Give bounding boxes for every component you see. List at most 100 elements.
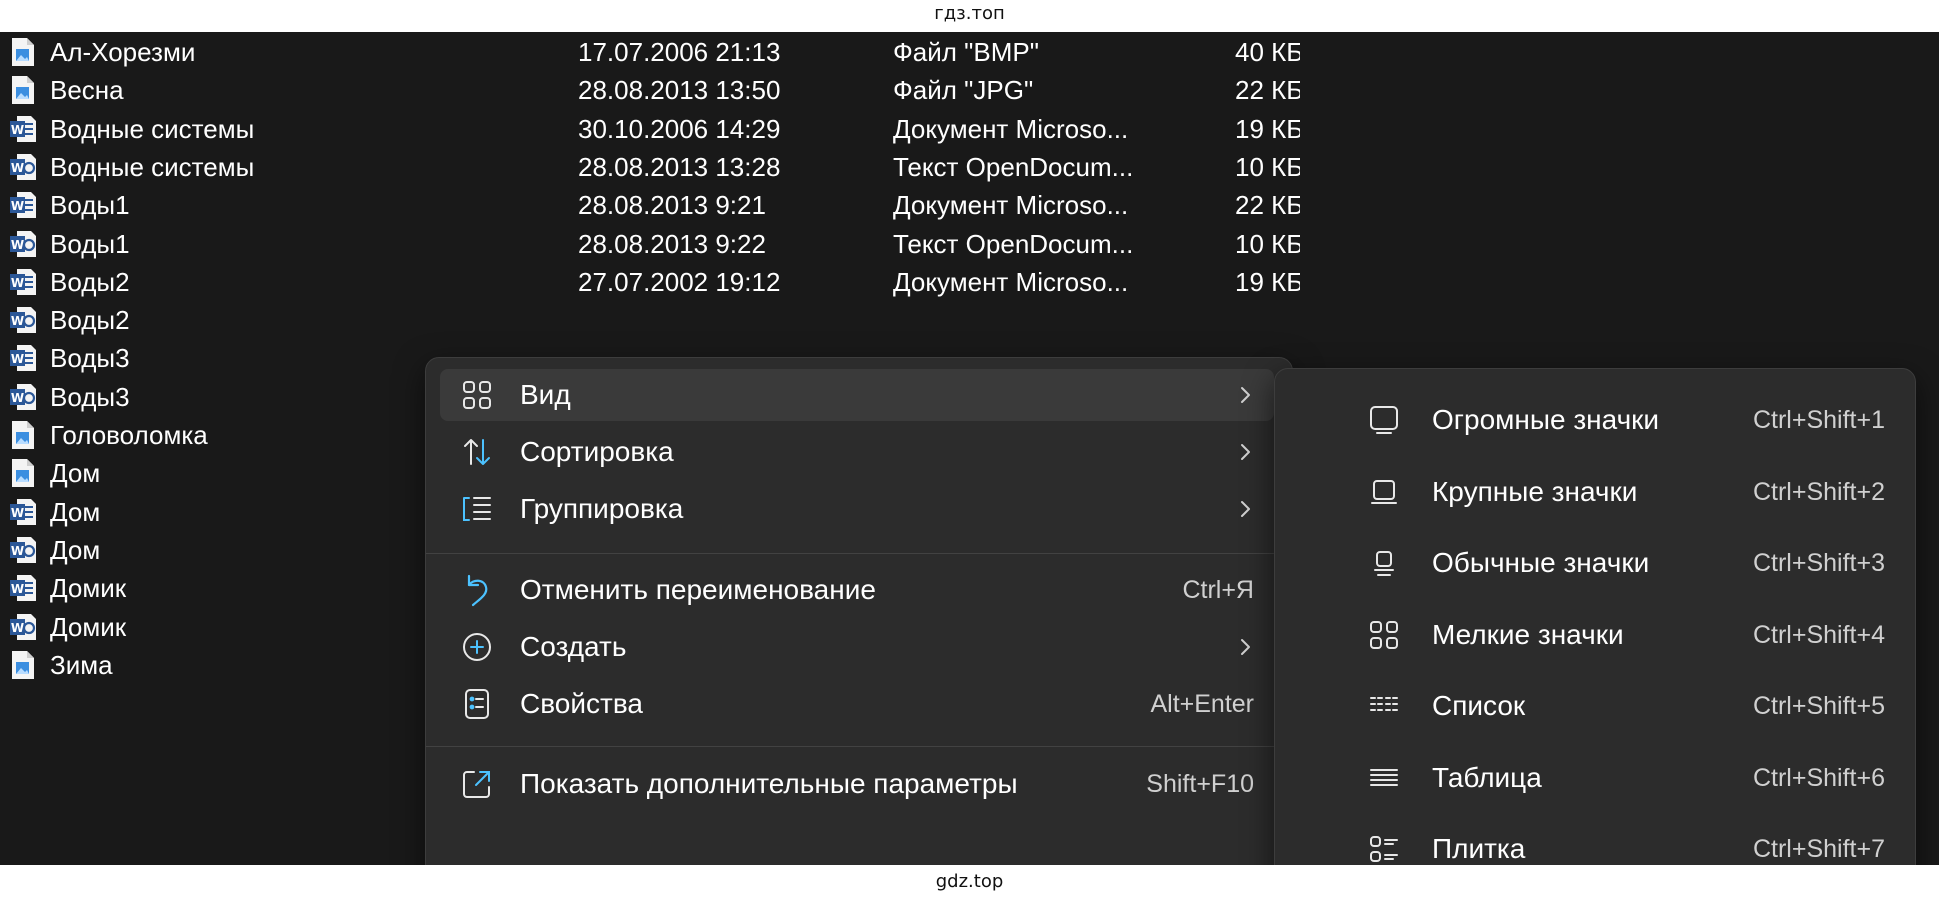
menu-item-sort[interactable]: Сортировка xyxy=(440,426,1274,478)
menu-separator xyxy=(426,746,1292,747)
file-row[interactable]: W Воды2 27.07.2002 19:12 Документ Microso..… xyxy=(0,263,1300,301)
file-date: 30.10.2006 14:29 xyxy=(578,113,781,144)
menu-item-properties[interactable]: Свойства Alt+Enter xyxy=(440,678,1274,730)
image-file-icon xyxy=(9,75,37,105)
odt-document-icon: W xyxy=(9,152,37,182)
file-size: 19 КБ xyxy=(1235,113,1300,144)
properties-icon xyxy=(460,687,494,721)
file-type: Файл "JPG" xyxy=(893,75,1034,106)
word-document-icon: W xyxy=(9,497,37,527)
submenu-item-list[interactable]: Список Ctrl+Shift+5 xyxy=(1275,678,1915,734)
menu-item-undo-rename[interactable]: Отменить переименование Ctrl+Я xyxy=(440,564,1274,616)
word-document-icon: W xyxy=(9,573,37,603)
file-row[interactable]: W Водные системы 30.10.2006 14:29 Документ … xyxy=(0,110,1300,148)
menu-item-label: Свойства xyxy=(520,688,643,719)
file-row[interactable]: Ал-Хорезми 17.07.2006 21:13 Файл "BMP" 40 К… xyxy=(0,33,1300,71)
submenu-item-shortcut: Ctrl+Shift+5 xyxy=(1752,692,1885,720)
file-size: 22 КБ xyxy=(1235,75,1300,106)
submenu-item-details[interactable]: Таблица Ctrl+Shift+6 xyxy=(1275,750,1915,806)
view-submenu: Огромные значки Ctrl+Shift+1 Крупные значк… xyxy=(1274,368,1916,865)
chevron-right-icon xyxy=(1238,637,1252,657)
svg-text:W: W xyxy=(11,314,24,328)
watermark-top: гдз.топ xyxy=(934,3,1005,24)
file-name: Ал-Хорезми xyxy=(50,37,196,67)
submenu-item-shortcut: Ctrl+Shift+6 xyxy=(1752,763,1885,792)
menu-item-label: Группировка xyxy=(520,493,684,524)
table-lines-icon xyxy=(1367,761,1401,795)
file-type: Файл "BMP" xyxy=(893,37,1039,67)
file-name: Воды2 xyxy=(50,305,130,336)
file-name: Домик xyxy=(50,611,127,642)
monitor-medium-icon xyxy=(1367,475,1401,509)
submenu-item-shortcut: Ctrl+Shift+1 xyxy=(1752,406,1885,434)
submenu-item-label: Плитка xyxy=(1432,833,1526,864)
svg-text:W: W xyxy=(11,161,24,175)
file-row[interactable]: W Воды2 xyxy=(0,301,1300,339)
file-date: 28.08.2013 13:50 xyxy=(578,75,781,106)
image-file-icon xyxy=(9,37,37,67)
menu-item-shortcut: Ctrl+Я xyxy=(1182,576,1254,604)
file-row[interactable]: Весна 28.08.2013 13:50 Файл "JPG" 22 КБ xyxy=(0,71,1300,109)
file-date: 28.08.2013 13:28 xyxy=(578,151,781,182)
file-name: Водные системы xyxy=(50,113,255,144)
grid-icon xyxy=(1367,618,1401,652)
menu-item-shortcut: Shift+F10 xyxy=(1146,770,1254,798)
file-date: 28.08.2013 9:22 xyxy=(578,228,766,259)
file-row[interactable]: W Водные системы 28.08.2013 13:28 Текст Ope… xyxy=(0,148,1300,186)
undo-icon xyxy=(460,573,494,607)
submenu-item-huge-icons[interactable]: Огромные значки Ctrl+Shift+1 xyxy=(1275,392,1915,448)
tiles-icon xyxy=(1367,832,1401,865)
svg-text:W: W xyxy=(11,276,24,290)
odt-document-icon: W xyxy=(9,305,37,335)
submenu-item-label: Список xyxy=(1432,690,1526,721)
file-size: 40 КБ xyxy=(1235,37,1300,67)
file-type: Текст OpenDocum... xyxy=(893,151,1134,182)
explorer-window: Ал-Хорезми 17.07.2006 21:13 Файл "BMP" 40 К… xyxy=(0,32,1939,865)
file-name: Домик xyxy=(50,573,127,604)
svg-text:W: W xyxy=(11,391,24,405)
svg-text:W: W xyxy=(11,123,24,137)
menu-item-label: Создать xyxy=(520,631,627,662)
submenu-item-shortcut: Ctrl+Shift+7 xyxy=(1752,835,1885,863)
odt-document-icon: W xyxy=(9,612,37,642)
submenu-item-small-icons[interactable]: Мелкие значки Ctrl+Shift+4 xyxy=(1275,607,1915,663)
submenu-item-tiles[interactable]: Плитка Ctrl+Shift+7 xyxy=(1275,821,1915,865)
file-name: Воды3 xyxy=(50,343,130,374)
file-name: Воды3 xyxy=(50,381,130,412)
file-name: Дом xyxy=(50,496,101,527)
file-date: 27.07.2002 19:12 xyxy=(578,266,781,297)
file-size: 19 КБ xyxy=(1235,266,1300,297)
menu-item-shortcut: Alt+Enter xyxy=(1150,690,1254,718)
file-name: Водные системы xyxy=(50,151,255,182)
file-name: Зима xyxy=(50,649,113,680)
menu-item-label: Вид xyxy=(520,379,571,410)
submenu-item-large-icons[interactable]: Крупные значки Ctrl+Shift+2 xyxy=(1275,464,1915,520)
file-row[interactable]: W Воды1 28.08.2013 9:22 Текст OpenDocum... 1… xyxy=(0,225,1300,263)
svg-text:W: W xyxy=(11,582,24,596)
menu-item-more-options[interactable]: Показать дополнительные параметры Shift+F… xyxy=(440,758,1274,810)
monitor-large-icon xyxy=(1367,403,1401,437)
image-file-icon xyxy=(9,650,37,680)
menu-separator xyxy=(426,553,1292,554)
plus-circle-icon xyxy=(460,630,494,664)
image-file-icon xyxy=(9,420,37,450)
file-type: Документ Microso... xyxy=(893,266,1129,297)
submenu-item-shortcut: Ctrl+Shift+2 xyxy=(1752,477,1885,506)
menu-item-create[interactable]: Создать xyxy=(440,621,1274,673)
word-document-icon: W xyxy=(9,114,37,144)
file-name: Дом xyxy=(50,458,101,489)
svg-text:W: W xyxy=(11,238,24,252)
file-name: Головоломка xyxy=(50,420,208,450)
file-date: 28.08.2013 9:21 xyxy=(578,190,766,221)
external-link-icon xyxy=(460,767,494,801)
group-list-icon xyxy=(460,492,494,526)
word-document-icon: W xyxy=(9,343,37,373)
file-row[interactable]: W Воды1 28.08.2013 9:21 Документ Microso...… xyxy=(0,186,1300,224)
submenu-item-medium-icons[interactable]: Обычные значки Ctrl+Shift+3 xyxy=(1275,535,1915,591)
menu-item-view[interactable]: Вид xyxy=(440,369,1274,421)
submenu-item-label: Мелкие значки xyxy=(1432,618,1624,650)
file-type: Документ Microso... xyxy=(893,113,1129,144)
file-name: Воды1 xyxy=(50,190,130,221)
menu-item-group[interactable]: Группировка xyxy=(440,483,1274,535)
file-size: 10 КБ xyxy=(1235,151,1300,182)
